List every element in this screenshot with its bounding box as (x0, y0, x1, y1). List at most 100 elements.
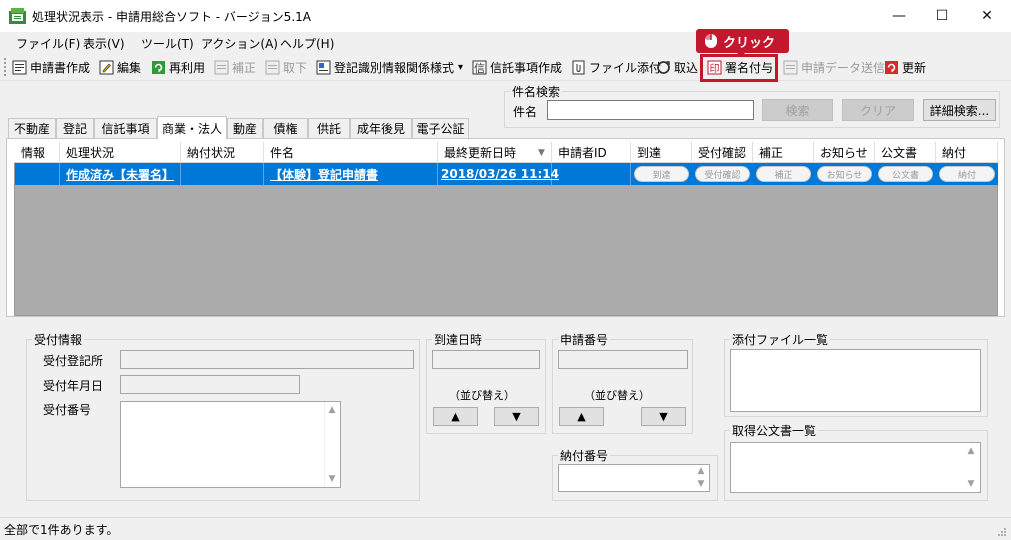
application-number-legend: 申請番号 (558, 331, 611, 348)
create-trust-button[interactable]: 信 信託事項作成 (472, 58, 562, 76)
reuse-button[interactable]: 再利用 (151, 58, 205, 76)
arrival-sort-up-button[interactable]: ▲ (433, 407, 478, 426)
column-header-payment[interactable]: 納付 (936, 142, 998, 163)
row-amend-button[interactable]: 補正 (756, 166, 811, 182)
subject-search-input[interactable] (547, 100, 754, 120)
create-application-button[interactable]: 申請書作成 (12, 58, 90, 76)
sort-descending-icon: ▼ (538, 147, 545, 158)
send-data-button[interactable]: 申請データ送信 (783, 58, 885, 76)
scroll-down-icon[interactable]: ▼ (964, 477, 978, 491)
tab-real-estate[interactable]: 不動産 (8, 118, 56, 138)
amend-button[interactable]: 補正 (214, 58, 256, 76)
scroll-up-icon[interactable]: ▲ (694, 465, 708, 477)
attachments-legend: 添付ファイル一覧 (730, 331, 831, 348)
tab-guardianship[interactable]: 成年後見 (350, 118, 412, 138)
callout-label: クリック (723, 35, 776, 51)
tab-registration[interactable]: 登記 (56, 118, 94, 138)
withdraw-button[interactable]: 取下 (265, 58, 307, 76)
column-header-info[interactable]: 情報 (15, 142, 60, 163)
receipt-date-label: 受付年月日 (43, 379, 104, 393)
menu-view[interactable]: 表示(V) (83, 35, 125, 52)
create-application-label: 申請書作成 (30, 60, 91, 75)
payment-number-legend: 納付番号 (558, 447, 611, 464)
menu-help[interactable]: ヘルプ(H) (280, 35, 334, 52)
maximize-button[interactable]: ☐ (919, 0, 965, 32)
toolbar-grip[interactable] (4, 58, 8, 76)
receipt-number-label: 受付番号 (43, 403, 92, 417)
cell-updated[interactable]: 2018/03/26 11:14 (438, 163, 559, 185)
application-sort-up-button[interactable]: ▲ (559, 407, 604, 426)
scroll-up-icon[interactable]: ▲ (325, 403, 339, 417)
payment-number-field[interactable] (558, 464, 710, 492)
row-official-doc-button[interactable]: 公文書 (878, 166, 933, 182)
resize-grip-icon[interactable] (996, 526, 1007, 537)
menu-tools[interactable]: ツール(T) (141, 35, 194, 52)
withdraw-icon (265, 60, 280, 74)
scroll-up-icon[interactable]: ▲ (964, 444, 978, 458)
close-button[interactable]: ✕ (964, 0, 1010, 32)
edit-button[interactable]: 編集 (99, 58, 141, 76)
refresh-icon (885, 60, 898, 74)
column-header-official-doc[interactable]: 公文書 (875, 142, 936, 163)
column-header-status[interactable]: 処理状況 (60, 142, 181, 163)
clear-button[interactable]: クリア (842, 99, 914, 121)
column-header-amend[interactable]: 補正 (753, 142, 814, 163)
cell-payment-status (181, 163, 264, 185)
scroll-down-icon[interactable]: ▼ (694, 478, 708, 490)
cell-applicant-id (552, 163, 631, 185)
arrow-up-icon: ▲ (451, 410, 460, 423)
arrow-down-icon: ▼ (659, 410, 668, 423)
application-sort-down-button[interactable]: ▼ (641, 407, 686, 426)
arrival-sort-down-button[interactable]: ▼ (494, 407, 539, 426)
receipt-info-legend: 受付情報 (32, 331, 85, 348)
registration-forms-label: 登記識別情報関係様式 (334, 60, 455, 75)
row-receipt-confirm-button[interactable]: 受付確認 (695, 166, 750, 182)
column-header-subject[interactable]: 件名 (264, 142, 438, 163)
row-payment-button[interactable]: 納付 (939, 166, 995, 182)
attach-file-button[interactable]: ファイル添付 (571, 58, 661, 76)
arrival-date-field (432, 350, 540, 369)
window-title: 処理状況表示 - 申請用総合ソフト - バージョン5.1A (32, 10, 311, 24)
tab-commercial[interactable]: 商業・法人 (157, 116, 227, 139)
cell-subject[interactable]: 【体験】登記申請書 (264, 163, 438, 185)
receipt-office-field (120, 350, 414, 369)
attachments-list[interactable] (730, 349, 981, 412)
minimize-button[interactable]: — (876, 0, 922, 32)
receipt-number-list[interactable] (120, 401, 341, 488)
tab-deposit[interactable]: 供託 (308, 118, 350, 138)
tab-notarization[interactable]: 電子公証 (412, 118, 469, 138)
tab-claims[interactable]: 債権 (263, 118, 308, 138)
close-icon: ✕ (981, 8, 993, 24)
tab-trust[interactable]: 信託事項 (94, 118, 157, 138)
cell-status[interactable]: 作成済み【未署名】 (60, 163, 181, 185)
column-header-arrival[interactable]: 到達 (631, 142, 692, 163)
column-header-notice[interactable]: お知らせ (814, 142, 875, 163)
arrival-date-legend: 到達日時 (432, 331, 485, 348)
status-bar (0, 517, 1011, 540)
official-documents-list[interactable] (730, 442, 981, 493)
application-sort-label: （並び替え） (584, 389, 650, 402)
attach-icon (572, 60, 585, 74)
arrow-down-icon: ▼ (512, 410, 521, 423)
column-header-receipt-confirm[interactable]: 受付確認 (692, 142, 753, 163)
arrow-up-icon: ▲ (577, 410, 586, 423)
arrival-sort-label: （並び替え） (449, 389, 515, 402)
status-text: 全部で1件あります。 (4, 523, 119, 537)
column-header-updated[interactable]: 最終更新日時 ▼ (438, 142, 552, 163)
receipt-date-field (120, 375, 300, 394)
refresh-button[interactable]: 更新 (884, 58, 926, 76)
registration-forms-button[interactable]: 登記識別情報関係様式 ▾ (316, 58, 463, 76)
column-header-applicant-id[interactable]: 申請者ID (552, 142, 631, 163)
minimize-icon: — (892, 8, 906, 24)
row-arrival-button[interactable]: 到達 (634, 166, 689, 182)
menu-file[interactable]: ファイル(F) (16, 35, 80, 52)
import-button[interactable]: 取込 (656, 58, 698, 76)
reuse-label: 再利用 (169, 60, 206, 75)
column-header-payment-status[interactable]: 納付状況 (181, 142, 264, 163)
scroll-down-icon[interactable]: ▼ (325, 472, 339, 486)
search-button[interactable]: 検索 (762, 99, 833, 121)
row-notice-button[interactable]: お知らせ (817, 166, 872, 182)
tab-movables[interactable]: 動産 (227, 118, 263, 138)
advanced-search-button[interactable]: 詳細検索... (923, 99, 996, 121)
menu-action[interactable]: アクション(A) (201, 35, 278, 52)
